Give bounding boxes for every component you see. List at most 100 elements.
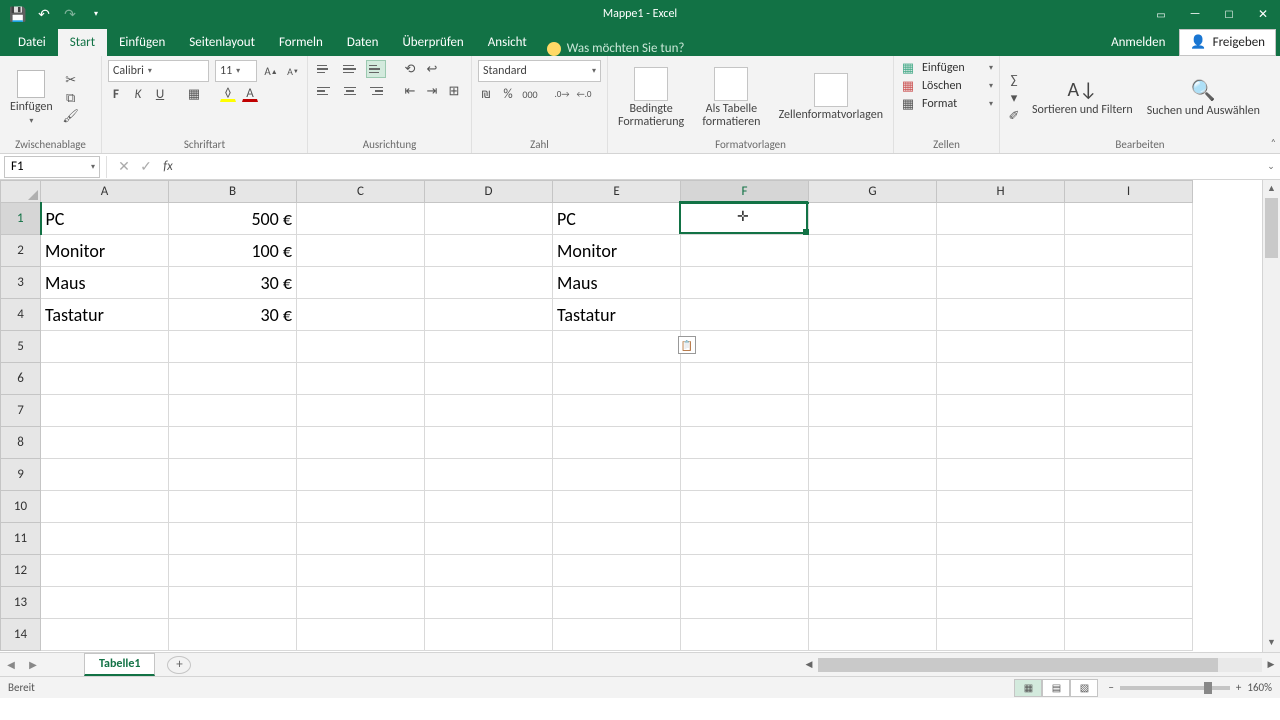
cell-H7[interactable] [937, 395, 1065, 427]
cell-H11[interactable] [937, 523, 1065, 555]
cell-C3[interactable] [297, 267, 425, 299]
cell-B3[interactable]: 30 € [169, 267, 297, 299]
cell-B2[interactable]: 100 € [169, 235, 297, 267]
undo-icon[interactable]: ↶ [36, 6, 52, 22]
cell-D13[interactable] [425, 587, 553, 619]
cell-A2[interactable]: Monitor [41, 235, 169, 267]
insert-cells-button[interactable]: ▦Einfügen▾ [900, 60, 993, 76]
expand-formula-bar-icon[interactable]: ⌄ [1262, 161, 1280, 172]
cell-H1[interactable] [937, 203, 1065, 235]
cell-H3[interactable] [937, 267, 1065, 299]
scroll-thumb[interactable] [1265, 198, 1278, 258]
cell-B4[interactable]: 30 € [169, 299, 297, 331]
auto-fill-options-icon[interactable]: 📋 [678, 336, 696, 354]
cell-F6[interactable] [681, 363, 809, 395]
col-header-F[interactable]: F [681, 181, 809, 203]
orientation-icon[interactable]: ⟲ [402, 61, 418, 77]
cell-H13[interactable] [937, 587, 1065, 619]
zoom-out-button[interactable]: − [1108, 681, 1113, 694]
paste-button[interactable]: Einfügen ▾ [6, 68, 57, 128]
find-select-button[interactable]: 🔍Suchen und Auswählen [1143, 76, 1264, 120]
tab-datei[interactable]: Datei [6, 29, 58, 56]
align-center-icon[interactable] [340, 82, 360, 100]
tab-seitenlayout[interactable]: Seitenlayout [177, 29, 267, 56]
italic-button[interactable]: K [130, 86, 146, 102]
cell-A6[interactable] [41, 363, 169, 395]
row-header-10[interactable]: 10 [1, 491, 41, 523]
cell-D5[interactable] [425, 331, 553, 363]
cell-I8[interactable] [1065, 427, 1193, 459]
cell-G5[interactable] [809, 331, 937, 363]
align-left-icon[interactable] [314, 82, 334, 100]
col-header-I[interactable]: I [1065, 181, 1193, 203]
cell-F11[interactable] [681, 523, 809, 555]
col-header-C[interactable]: C [297, 181, 425, 203]
tab-überprüfen[interactable]: Überprüfen [390, 29, 475, 56]
cell-C7[interactable] [297, 395, 425, 427]
cell-H8[interactable] [937, 427, 1065, 459]
cell-E8[interactable] [553, 427, 681, 459]
ribbon-display-options-icon[interactable]: ▭ [1144, 0, 1178, 28]
cell-I5[interactable] [1065, 331, 1193, 363]
cell-F3[interactable] [681, 267, 809, 299]
close-button[interactable]: ✕ [1246, 0, 1280, 28]
cell-G6[interactable] [809, 363, 937, 395]
cell-I7[interactable] [1065, 395, 1193, 427]
cell-I14[interactable] [1065, 619, 1193, 651]
cell-B9[interactable] [169, 459, 297, 491]
row-header-2[interactable]: 2 [1, 235, 41, 267]
cell-B10[interactable] [169, 491, 297, 523]
cell-E4[interactable]: Tastatur [553, 299, 681, 331]
cell-G10[interactable] [809, 491, 937, 523]
delete-cells-button[interactable]: ▦Löschen▾ [900, 78, 993, 94]
cell-C9[interactable] [297, 459, 425, 491]
row-header-14[interactable]: 14 [1, 619, 41, 651]
align-middle-icon[interactable] [340, 60, 360, 78]
cell-G13[interactable] [809, 587, 937, 619]
cell-H9[interactable] [937, 459, 1065, 491]
cell-G14[interactable] [809, 619, 937, 651]
align-top-icon[interactable] [314, 60, 334, 78]
save-icon[interactable]: 💾 [10, 6, 26, 22]
cell-F1[interactable] [681, 203, 809, 235]
cell-G4[interactable] [809, 299, 937, 331]
maximize-button[interactable]: ☐ [1212, 0, 1246, 28]
cell-A11[interactable] [41, 523, 169, 555]
cell-H6[interactable] [937, 363, 1065, 395]
font-size-combo[interactable]: 11▾ [215, 60, 257, 82]
cell-H14[interactable] [937, 619, 1065, 651]
cut-icon[interactable]: ✂ [63, 72, 79, 88]
autosum-icon[interactable]: ∑ [1006, 72, 1022, 88]
accounting-format-icon[interactable]: ₪ [478, 86, 494, 102]
cell-D14[interactable] [425, 619, 553, 651]
tab-nav-next-icon[interactable]: ▶ [22, 658, 44, 671]
decrease-indent-icon[interactable]: ⇤ [402, 83, 418, 99]
cell-E6[interactable] [553, 363, 681, 395]
fill-icon[interactable]: ▾ [1006, 90, 1022, 106]
tab-daten[interactable]: Daten [335, 29, 391, 56]
cell-C5[interactable] [297, 331, 425, 363]
cell-G1[interactable] [809, 203, 937, 235]
cell-B14[interactable] [169, 619, 297, 651]
cell-B5[interactable] [169, 331, 297, 363]
row-header-11[interactable]: 11 [1, 523, 41, 555]
row-header-3[interactable]: 3 [1, 267, 41, 299]
cell-E3[interactable]: Maus [553, 267, 681, 299]
col-header-E[interactable]: E [553, 181, 681, 203]
vertical-scrollbar[interactable]: ▲ ▼ [1262, 180, 1280, 652]
cell-A9[interactable] [41, 459, 169, 491]
cell-A13[interactable] [41, 587, 169, 619]
cell-C11[interactable] [297, 523, 425, 555]
cell-F8[interactable] [681, 427, 809, 459]
font-color-icon[interactable]: A [242, 86, 258, 102]
cell-E12[interactable] [553, 555, 681, 587]
cell-F12[interactable] [681, 555, 809, 587]
cell-G3[interactable] [809, 267, 937, 299]
cell-I1[interactable] [1065, 203, 1193, 235]
cell-A5[interactable] [41, 331, 169, 363]
decrease-font-icon[interactable]: A▼ [285, 63, 301, 79]
cell-C10[interactable] [297, 491, 425, 523]
cell-G11[interactable] [809, 523, 937, 555]
wrap-text-icon[interactable]: ↩ [424, 61, 440, 77]
scroll-left-icon[interactable]: ◀ [800, 659, 818, 670]
